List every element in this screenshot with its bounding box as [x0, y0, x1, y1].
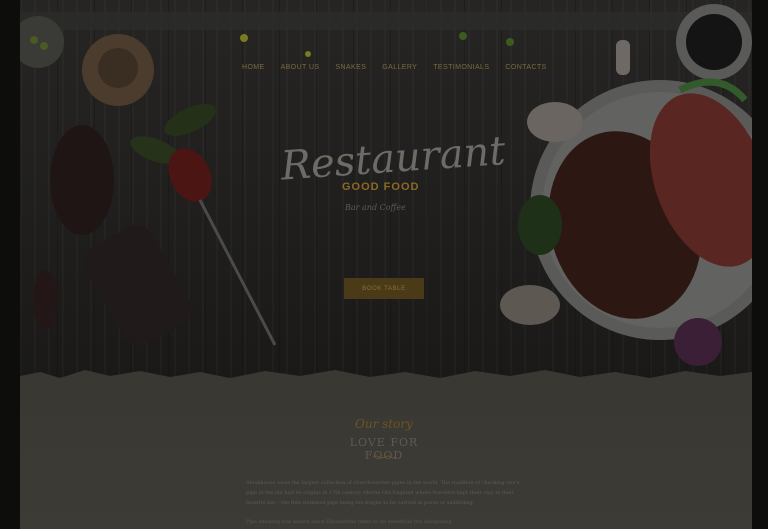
pepper-jar-image: [84, 225, 191, 346]
story-paragraph: Steakhouse owns the largest collection o…: [246, 480, 520, 506]
pea-image: [305, 51, 311, 57]
book-table-button[interactable]: BOOK TABLE: [344, 278, 424, 299]
olive-bowl-image: [20, 16, 64, 68]
nav-home[interactable]: HOME: [242, 64, 265, 71]
peppercorns-image: [50, 125, 114, 235]
nav-contacts[interactable]: CONTACTS: [505, 64, 546, 71]
main-navigation: HOME ABOUT US SNAKES GALLERY TESTIMONIAL…: [242, 64, 563, 71]
nav-testimonials[interactable]: TESTIMONIALS: [433, 64, 489, 71]
nav-about-us[interactable]: ABOUT US: [281, 64, 320, 71]
peppercorns-image: [33, 270, 57, 330]
story-paragraph: Pipe smoking was known since Elizabethan…: [246, 519, 452, 525]
herb-leaf-image: [518, 195, 562, 255]
nav-gallery[interactable]: GALLERY: [382, 64, 417, 71]
title-divider: [373, 455, 395, 459]
olive-image: [30, 36, 38, 44]
spoon-handle: [198, 199, 277, 346]
story-script-label: Our story: [355, 417, 413, 431]
mushroom-image: [616, 40, 630, 75]
brand-subtitle: GOOD FOOD: [342, 181, 420, 193]
olive-image: [40, 42, 48, 50]
pea-image: [459, 32, 467, 40]
brand-tagline: Bar and Coffee: [345, 203, 406, 212]
red-onion-image: [674, 318, 722, 366]
mushroom-image: [500, 285, 560, 325]
nav-snakes[interactable]: SNAKES: [335, 64, 366, 71]
basil-leaf-image: [164, 103, 216, 137]
pea-image: [240, 34, 248, 42]
wooden-cup-inner: [98, 48, 138, 88]
pea-image: [506, 38, 514, 46]
mushroom-image: [527, 102, 583, 142]
page-frame: HOME ABOUT US SNAKES GALLERY TESTIMONIAL…: [20, 0, 752, 529]
hero-section: HOME ABOUT US SNAKES GALLERY TESTIMONIAL…: [20, 0, 752, 380]
olive-bowl-inner: [686, 14, 742, 70]
